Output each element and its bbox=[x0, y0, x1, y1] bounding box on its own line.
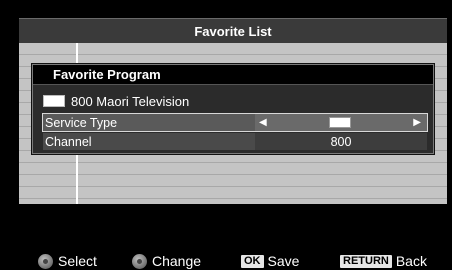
service-type-field[interactable]: Service Type ◀ ▶ bbox=[42, 113, 428, 132]
left-arrow-icon[interactable]: ◀ bbox=[259, 114, 267, 131]
hint-change[interactable]: Change bbox=[132, 252, 201, 270]
hint-change-label: Change bbox=[152, 253, 202, 269]
ok-key-icon: OK bbox=[241, 254, 264, 268]
dpad-icon bbox=[38, 253, 53, 269]
service-type-selector[interactable]: ◀ ▶ bbox=[255, 114, 427, 131]
page-title: Favorite List bbox=[19, 18, 447, 44]
return-key-icon: RETURN bbox=[340, 254, 392, 268]
right-arrow-icon[interactable]: ▶ bbox=[413, 114, 421, 131]
dpad-icon bbox=[132, 253, 147, 269]
hint-save[interactable]: OK Save bbox=[241, 252, 299, 270]
channel-value[interactable]: 800 bbox=[255, 133, 427, 150]
channel-field[interactable]: Channel 800 bbox=[43, 133, 427, 150]
service-type-label: Service Type bbox=[43, 114, 255, 131]
hint-save-label: Save bbox=[267, 253, 300, 269]
program-row: 800 Maori Television bbox=[43, 92, 189, 110]
dialog-title: Favorite Program bbox=[33, 65, 433, 85]
channel-label: Channel bbox=[43, 133, 255, 150]
program-swatch-icon bbox=[43, 95, 65, 107]
hint-select[interactable]: Select bbox=[38, 252, 97, 270]
key-hints-bar: Select Change OK Save RETURN Back bbox=[0, 252, 452, 270]
dialog-title-text: Favorite Program bbox=[53, 67, 161, 82]
tv-screen: Favorite List Favorite Program 800 Maori… bbox=[0, 0, 452, 270]
program-name: 800 Maori Television bbox=[71, 93, 190, 109]
favorite-program-dialog: Favorite Program 800 Maori Television Se… bbox=[32, 64, 434, 154]
hint-select-label: Select bbox=[58, 253, 97, 269]
hint-back-label: Back bbox=[395, 253, 427, 269]
page-title-text: Favorite List bbox=[194, 23, 272, 39]
hint-back[interactable]: RETURN Back bbox=[340, 252, 427, 270]
service-type-swatch-icon bbox=[329, 117, 351, 128]
